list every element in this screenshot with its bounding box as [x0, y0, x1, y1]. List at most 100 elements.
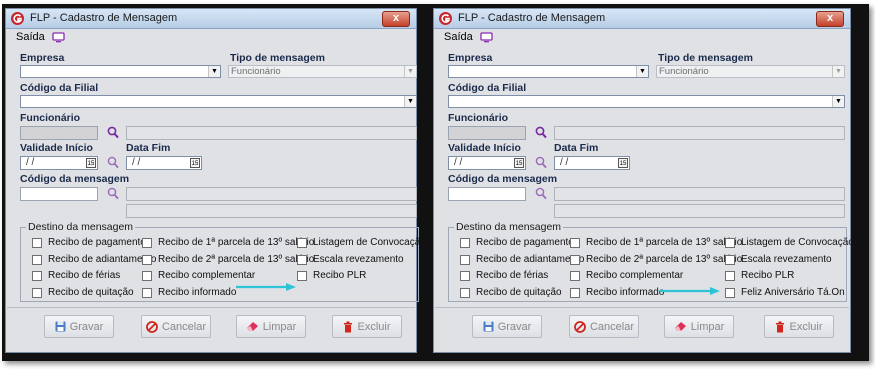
- tipo-mensagem-value: Funcionário: [659, 66, 709, 77]
- checkbox-label: Recibo de quitação: [48, 287, 134, 298]
- codigo-mensagem-input[interactable]: [448, 187, 526, 201]
- checkbox-box[interactable]: [297, 237, 307, 248]
- checkbox-feliz-aniversario[interactable]: Feliz Aniversário Tá.On: [725, 287, 845, 298]
- search-icon[interactable]: [107, 156, 119, 169]
- cancelar-button[interactable]: Cancelar: [569, 315, 639, 338]
- chevron-down-icon[interactable]: ▼: [832, 66, 844, 77]
- checkbox-box[interactable]: [460, 254, 470, 265]
- tipo-mensagem-value: Funcionário: [231, 66, 281, 77]
- checkbox-recibo-informado[interactable]: Recibo informado: [570, 287, 664, 298]
- checkbox-label: Recibo de adiantamento: [476, 254, 585, 265]
- checkbox-segunda-parcela[interactable]: Recibo de 2ª parcela de 13º salário: [142, 254, 314, 265]
- chevron-down-icon[interactable]: ▼: [832, 96, 844, 107]
- codigo-mensagem-input[interactable]: [20, 187, 98, 201]
- checkbox-label: Escala revezamento: [741, 254, 832, 265]
- excluir-button[interactable]: Excluir: [764, 315, 834, 338]
- checkbox-box[interactable]: [460, 270, 470, 281]
- app-logo-icon: [11, 12, 24, 25]
- filial-select[interactable]: ▼: [20, 95, 417, 108]
- checkbox-box[interactable]: [32, 287, 42, 298]
- empresa-select[interactable]: ▼: [448, 65, 649, 78]
- monitor-icon[interactable]: [52, 31, 65, 43]
- checkbox-box[interactable]: [142, 254, 152, 265]
- limpar-button[interactable]: Limpar: [236, 315, 306, 338]
- trash-icon: [344, 321, 353, 332]
- calendar-icon[interactable]: 15: [86, 158, 96, 168]
- monitor-icon[interactable]: [480, 31, 493, 43]
- search-icon[interactable]: [107, 187, 119, 200]
- search-icon[interactable]: [535, 156, 547, 169]
- calendar-icon[interactable]: 15: [618, 158, 628, 168]
- data-fim-input[interactable]: / / 15: [126, 156, 202, 170]
- checkbox-primeira-parcela[interactable]: Recibo de 1ª parcela de 13º salário: [142, 237, 314, 248]
- filial-select[interactable]: ▼: [448, 95, 845, 108]
- gravar-button[interactable]: Gravar: [44, 315, 114, 338]
- close-button[interactable]: x: [382, 11, 410, 27]
- checkbox-box[interactable]: [570, 270, 580, 281]
- checkbox-box[interactable]: [142, 270, 152, 281]
- excluir-button[interactable]: Excluir: [332, 315, 402, 338]
- checkbox-recibo-complementar[interactable]: Recibo complementar: [570, 270, 683, 281]
- checkbox-recibo-adiantamento[interactable]: Recibo de adiantamento: [32, 254, 156, 265]
- checkbox-box[interactable]: [570, 287, 580, 298]
- search-icon[interactable]: [535, 126, 547, 139]
- empresa-select[interactable]: ▼: [20, 65, 221, 78]
- menu-saida[interactable]: Saída: [444, 31, 473, 43]
- chevron-down-icon[interactable]: ▼: [208, 66, 220, 77]
- data-fim-input[interactable]: / / 15: [554, 156, 630, 170]
- checkbox-box[interactable]: [725, 254, 735, 265]
- checkbox-box[interactable]: [297, 270, 307, 281]
- checkbox-box[interactable]: [725, 237, 735, 248]
- search-icon[interactable]: [535, 187, 547, 200]
- checkbox-recibo-pagamento[interactable]: Recibo de pagamento: [32, 237, 146, 248]
- funcionario-code-field[interactable]: [448, 126, 526, 140]
- checkbox-recibo-adiantamento[interactable]: Recibo de adiantamento: [460, 254, 584, 265]
- checkbox-recibo-plr[interactable]: Recibo PLR: [725, 270, 794, 281]
- limpar-button[interactable]: Limpar: [664, 315, 734, 338]
- checkbox-segunda-parcela[interactable]: Recibo de 2ª parcela de 13º salário: [570, 254, 742, 265]
- calendar-icon[interactable]: 15: [190, 158, 200, 168]
- menu-saida[interactable]: Saída: [16, 31, 45, 43]
- checkbox-box[interactable]: [142, 237, 152, 248]
- destino-title: Destino da mensagem: [26, 221, 136, 233]
- checkbox-box[interactable]: [725, 270, 735, 281]
- checkbox-box[interactable]: [570, 254, 580, 265]
- checkbox-box[interactable]: [32, 270, 42, 281]
- checkbox-recibo-complementar[interactable]: Recibo complementar: [142, 270, 255, 281]
- close-button[interactable]: x: [816, 11, 844, 27]
- checkbox-box[interactable]: [297, 254, 307, 265]
- checkbox-recibo-pagamento[interactable]: Recibo de pagamento: [460, 237, 574, 248]
- validade-inicio-input[interactable]: / / 15: [20, 156, 98, 170]
- checkbox-recibo-plr[interactable]: Recibo PLR: [297, 270, 366, 281]
- checkbox-listagem-convocacao[interactable]: Listagem de Convocação: [297, 237, 426, 248]
- checkbox-recibo-ferias[interactable]: Recibo de férias: [32, 270, 120, 281]
- cancel-icon: [574, 320, 586, 333]
- chevron-down-icon[interactable]: ▼: [404, 96, 416, 107]
- checkbox-box[interactable]: [142, 287, 152, 298]
- checkbox-escala-revezamento[interactable]: Escala revezamento: [725, 254, 832, 265]
- cancelar-button[interactable]: Cancelar: [141, 315, 211, 338]
- checkbox-escala-revezamento[interactable]: Escala revezamento: [297, 254, 404, 265]
- checkbox-recibo-informado[interactable]: Recibo informado: [142, 287, 236, 298]
- search-icon[interactable]: [107, 126, 119, 139]
- checkbox-box[interactable]: [570, 237, 580, 248]
- checkbox-recibo-quitacao[interactable]: Recibo de quitação: [460, 287, 562, 298]
- tipo-mensagem-select[interactable]: Funcionário ▼: [228, 65, 417, 78]
- calendar-icon[interactable]: 15: [514, 158, 524, 168]
- tipo-mensagem-select[interactable]: Funcionário ▼: [656, 65, 845, 78]
- checkbox-recibo-quitacao[interactable]: Recibo de quitação: [32, 287, 134, 298]
- checkbox-primeira-parcela[interactable]: Recibo de 1ª parcela de 13º salário: [570, 237, 742, 248]
- checkbox-box[interactable]: [460, 287, 470, 298]
- gravar-button[interactable]: Gravar: [472, 315, 542, 338]
- checkbox-box[interactable]: [725, 287, 735, 298]
- chevron-down-icon[interactable]: ▼: [636, 66, 648, 77]
- funcionario-code-field[interactable]: [20, 126, 98, 140]
- checkbox-box[interactable]: [460, 237, 470, 248]
- checkbox-listagem-convocacao[interactable]: Listagem de Convocação: [725, 237, 854, 248]
- validade-inicio-input[interactable]: / / 15: [448, 156, 526, 170]
- checkbox-box[interactable]: [32, 237, 42, 248]
- checkbox-label: Recibo de pagamento: [48, 237, 146, 248]
- chevron-down-icon[interactable]: ▼: [404, 66, 416, 77]
- checkbox-box[interactable]: [32, 254, 42, 265]
- checkbox-recibo-ferias[interactable]: Recibo de férias: [460, 270, 548, 281]
